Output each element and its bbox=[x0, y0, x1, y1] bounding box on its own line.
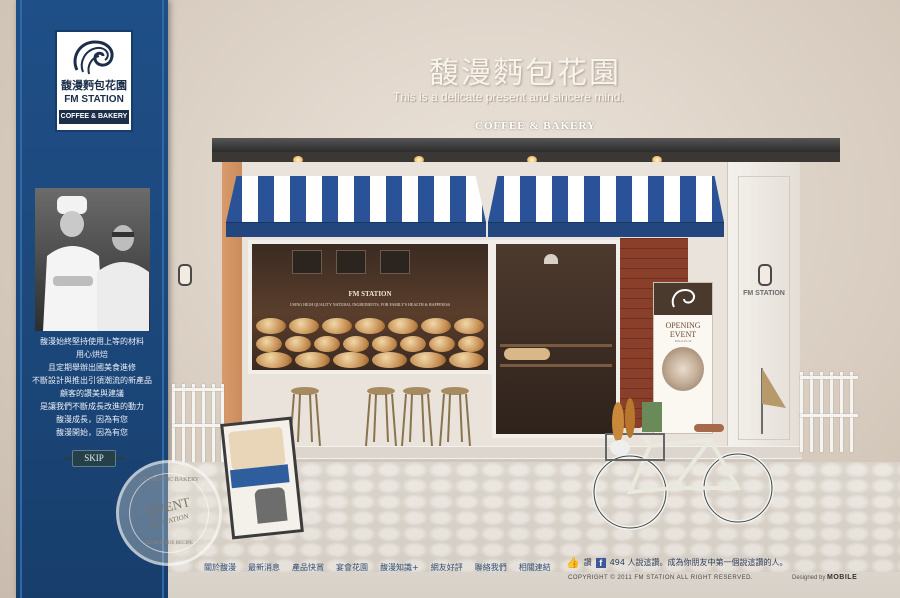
brand-title: 馥漫麪包花園 bbox=[429, 56, 621, 91]
facebook-icon: f bbox=[595, 557, 606, 568]
intro-line: 馥漫始終堅持使用上等的材料 bbox=[40, 337, 144, 346]
intro-line: 不斷設計與推出引領潮流的新產品 bbox=[32, 376, 152, 385]
intro-line: 馥漫開始，因為有您 bbox=[56, 428, 128, 437]
store-roof bbox=[212, 138, 840, 152]
bar-stool-icon bbox=[439, 387, 471, 446]
like-button-label[interactable]: 讚 bbox=[584, 557, 592, 568]
store-sign: COFFEE & BAKERY bbox=[475, 120, 596, 132]
poster-bread-image bbox=[228, 426, 286, 471]
copyright-text: COPYRIGHT © 2011 FM STATION ALL RIGHT RE… bbox=[568, 575, 754, 581]
event-stamp[interactable]: AUTHENTIC BAKERY EVENT FM STATION HOMEMA… bbox=[116, 460, 222, 566]
swirl-logo-icon bbox=[73, 40, 114, 75]
menu-board bbox=[380, 250, 410, 274]
bread-tray bbox=[504, 348, 550, 360]
white-fence bbox=[172, 384, 224, 464]
window-sub-label: USING HIGH QUALITY NATURAL INGREDIENTS, … bbox=[289, 302, 451, 307]
brand-tagline: This is a delicate present and sincere m… bbox=[393, 90, 624, 104]
poster-chef-image bbox=[254, 486, 288, 524]
awning-right bbox=[488, 176, 724, 238]
logo-chinese-name: 馥漫麪包花園 bbox=[61, 79, 127, 92]
intro-line: 且定期舉辦出國美食進修 bbox=[48, 363, 136, 372]
logo-english-name: FM STATION bbox=[64, 94, 124, 105]
menu-board bbox=[292, 250, 322, 274]
interior-shelf bbox=[500, 344, 612, 347]
footer-nav-knowledge[interactable]: 馥漫知識+ bbox=[380, 562, 419, 573]
event-board-header bbox=[654, 283, 712, 315]
white-fence bbox=[800, 372, 858, 452]
skip-button[interactable]: SKIP bbox=[64, 450, 124, 467]
bar-stool-icon bbox=[365, 387, 397, 446]
event-board-title: OPENING EVENT bbox=[665, 321, 701, 339]
promo-poster[interactable] bbox=[220, 416, 304, 540]
bread-shelf bbox=[256, 336, 484, 352]
stamp-top-text: AUTHENTIC BAKERY bbox=[138, 477, 200, 483]
footer-nav-banquet[interactable]: 宴會花園 bbox=[336, 562, 368, 573]
intro-line: 馥漫成長，因為有您 bbox=[56, 415, 128, 424]
pendant-lamp-icon bbox=[544, 254, 558, 264]
intro-text: 馥漫始終堅持使用上等的材料 用心烘焙 且定期舉辦出國美食進修 不斷設計與推出引領… bbox=[32, 335, 152, 439]
wall-lamp-icon bbox=[178, 264, 192, 286]
brand-logo[interactable]: 馥漫麪包花園 FM STATION COFFEE & BAKERY bbox=[55, 30, 133, 132]
store-roof-underside bbox=[212, 152, 840, 162]
facebook-like-bar: 👍 讚 f 494 人說這讚。成為你朋友中第一個說這讚的人。 bbox=[566, 556, 788, 569]
awning-left bbox=[226, 176, 486, 238]
intro-line: 是讓我們不斷成長改進的動力 bbox=[40, 402, 144, 411]
bread-shelf bbox=[256, 352, 484, 368]
footer-nav-news[interactable]: 最新消息 bbox=[248, 562, 280, 573]
bar-stool-icon bbox=[401, 387, 433, 446]
interior-shelf bbox=[500, 364, 612, 367]
chef-photo bbox=[35, 188, 150, 331]
swirl-logo-icon bbox=[671, 288, 695, 308]
event-board-date: 2011.6.15~12 bbox=[674, 339, 692, 343]
window-label: FM STATION bbox=[348, 290, 392, 298]
pillar-label: FM STATION bbox=[743, 290, 785, 297]
designed-by-label: Designed by bbox=[792, 575, 826, 581]
footer-nav-contact[interactable]: 聯絡我們 bbox=[475, 562, 507, 573]
intro-line: 用心烘焙 bbox=[76, 350, 108, 359]
bread-shelf bbox=[256, 318, 484, 334]
like-count-text: 494 人說這讚。成為你朋友中第一個說這讚的人。 bbox=[609, 558, 788, 567]
footer-nav-about[interactable]: 關於馥漫 bbox=[204, 562, 236, 573]
footer-nav-products[interactable]: 產品快賞 bbox=[292, 562, 324, 573]
pennant-flag-icon bbox=[761, 368, 786, 434]
chef-figure-icon bbox=[43, 196, 103, 331]
footer-nav: 關於馥漫 最新消息 產品快賞 宴會花園 馥漫知識+ 網友好評 聯絡我們 相關連結 bbox=[204, 562, 551, 573]
menu-boards bbox=[292, 250, 410, 274]
display-window[interactable]: FM STATION USING HIGH QUALITY NATURAL IN… bbox=[248, 240, 492, 374]
chef-figure-icon bbox=[97, 225, 149, 331]
designer-name: MOBILE bbox=[827, 574, 858, 581]
logo-subtitle: COFFEE & BAKERY bbox=[59, 110, 129, 124]
thumbs-up-icon[interactable]: 👍 bbox=[566, 556, 580, 569]
stamp-bottom-text: HOMEMADE RECIPE bbox=[145, 541, 193, 546]
footer-nav-links[interactable]: 相關連結 bbox=[519, 562, 551, 573]
designer-credit[interactable]: Designed by MOBILE bbox=[792, 574, 857, 581]
footer-nav-reviews[interactable]: 網友好評 bbox=[431, 562, 463, 573]
menu-board bbox=[336, 250, 366, 274]
wall-lamp-icon bbox=[758, 264, 772, 286]
intro-line: 顧客的讚美與建議 bbox=[60, 389, 124, 398]
cookie-stack-image bbox=[662, 347, 704, 391]
